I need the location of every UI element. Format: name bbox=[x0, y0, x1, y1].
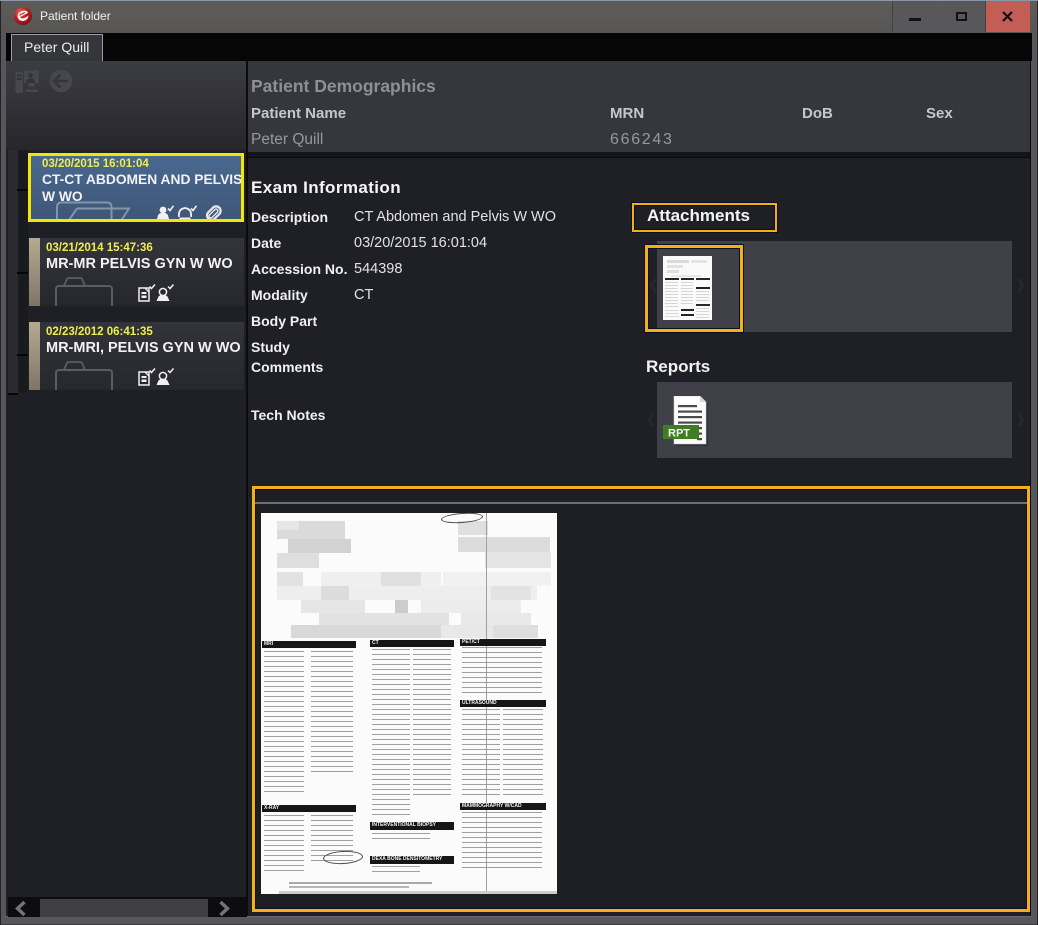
svg-text:RPT: RPT bbox=[668, 428, 690, 440]
